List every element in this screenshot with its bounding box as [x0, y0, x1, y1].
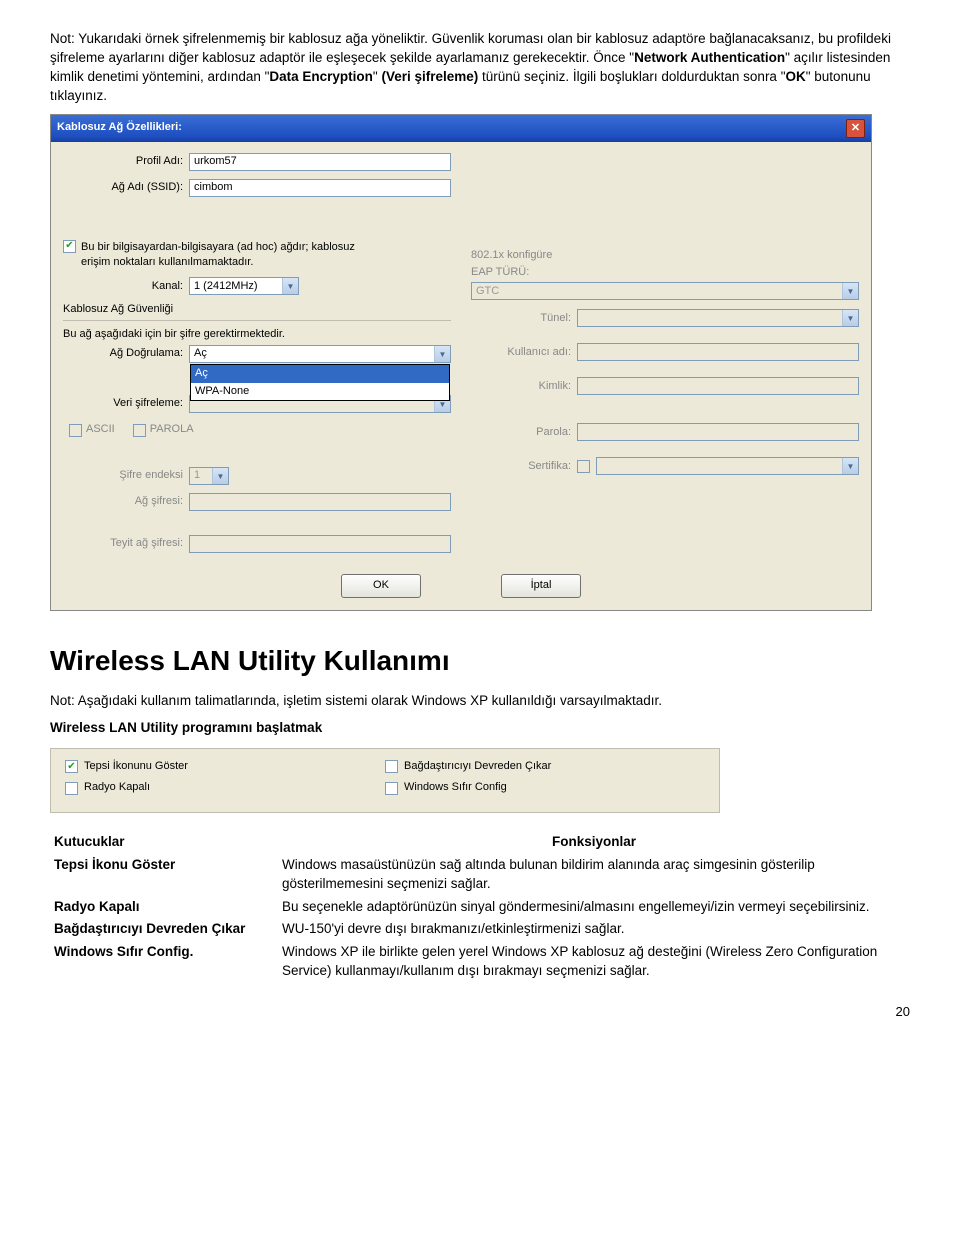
security-section-label: Kablosuz Ağ Güvenliği — [63, 302, 451, 317]
eap-config-label-1: 802.1x konfigüre — [471, 248, 859, 263]
certificate-checkbox — [577, 460, 590, 473]
chevron-down-icon: ▼ — [434, 346, 450, 362]
chevron-down-icon: ▼ — [282, 278, 298, 294]
username-label: Kullanıcı adı: — [471, 345, 577, 360]
radio-off-label: Radyo Kapalı — [84, 780, 150, 795]
adhoc-checkbox[interactable]: ✔ — [63, 240, 76, 253]
password-input — [577, 423, 859, 441]
row4-name: Windows Sıfır Config. — [50, 941, 278, 983]
channel-combo[interactable]: 1 (2412MHz) ▼ — [189, 277, 299, 295]
encryption-label: Veri şifreleme: — [63, 396, 189, 411]
ok-button[interactable]: OK — [341, 574, 421, 598]
confirm-key-label: Teyit ağ şifresi: — [63, 536, 189, 551]
close-icon[interactable]: ✕ — [846, 119, 865, 138]
dialog-titlebar: Kablosuz Ağ Özellikleri: ✕ — [51, 115, 871, 142]
identity-label: Kimlik: — [471, 379, 577, 394]
key-index-label: Şifre endeksi — [63, 468, 189, 483]
auth-option-wpanone[interactable]: WPA-None — [191, 383, 449, 400]
auth-option-open[interactable]: Aç — [191, 365, 449, 382]
certificate-label: Sertifika: — [471, 459, 577, 474]
ssid-label: Ağ Adı (SSID): — [63, 180, 189, 195]
section-heading: Wireless LAN Utility Kullanımı — [50, 641, 910, 680]
chevron-down-icon: ▼ — [842, 310, 858, 326]
chevron-down-icon: ▼ — [842, 283, 858, 299]
tunnel-combo: ▼ — [577, 309, 859, 327]
table-row: Tepsi İkonu Göster Windows masaüstünüzün… — [50, 854, 910, 896]
windows-zero-checkbox[interactable] — [385, 782, 398, 795]
row2-desc: Bu seçenekle adaptörünüzün sinyal gönder… — [278, 896, 910, 919]
table-header-functions: Fonksiyonlar — [278, 831, 910, 854]
table-header-boxes: Kutucuklar — [50, 831, 278, 854]
auth-dropdown-list: Aç WPA-None — [190, 364, 450, 401]
ascii-checkbox — [69, 424, 82, 437]
chevron-down-icon: ▼ — [842, 458, 858, 474]
cancel-button[interactable]: İptal — [501, 574, 581, 598]
ssid-input[interactable]: cimbom — [189, 179, 451, 197]
security-desc: Bu ağ aşağıdaki için bir şifre gerektirm… — [63, 327, 451, 342]
disable-adapter-checkbox[interactable] — [385, 760, 398, 773]
identity-input — [577, 377, 859, 395]
dialog-title: Kablosuz Ağ Özellikleri: — [57, 120, 182, 135]
row4-desc: Windows XP ile birlikte gelen yerel Wind… — [278, 941, 910, 983]
password-label: Parola: — [471, 425, 577, 440]
ascii-label: ASCII — [86, 422, 115, 437]
options-box-figure: ✔ Tepsi İkonunu Göster Radyo Kapalı Bağd… — [50, 748, 720, 813]
windows-zero-label: Windows Sıfır Config — [404, 780, 507, 795]
row1-desc: Windows masaüstünüzün sağ altında buluna… — [278, 854, 910, 896]
row3-name: Bağdaştırıcıyı Devreden Çıkar — [50, 918, 278, 941]
table-row: Bağdaştırıcıyı Devreden Çıkar WU-150'yi … — [50, 918, 910, 941]
start-utility-heading: Wireless LAN Utility programını başlatma… — [50, 719, 910, 738]
chevron-down-icon: ▼ — [212, 468, 228, 484]
certificate-combo: ▼ — [596, 457, 859, 475]
profile-name-label: Profil Adı: — [63, 154, 189, 169]
parola-checkbox — [133, 424, 146, 437]
auth-label: Ağ Doğrulama: — [63, 346, 189, 361]
tray-icon-checkbox[interactable]: ✔ — [65, 760, 78, 773]
table-row: Radyo Kapalı Bu seçenekle adaptörünüzün … — [50, 896, 910, 919]
row1-name: Tepsi İkonu Göster — [50, 854, 278, 896]
username-input — [577, 343, 859, 361]
network-key-label: Ağ şifresi: — [63, 494, 189, 509]
options-description-table: Kutucuklar Fonksiyonlar Tepsi İkonu Göst… — [50, 831, 910, 983]
confirm-key-input — [189, 535, 451, 553]
usage-note: Not: Aşağıdaki kullanım talimatlarında, … — [50, 692, 910, 711]
table-row: Windows Sıfır Config. Windows XP ile bir… — [50, 941, 910, 983]
eap-config-label-2: EAP TÜRÜ: — [471, 265, 859, 280]
page-number: 20 — [50, 1003, 910, 1021]
tray-icon-label: Tepsi İkonunu Göster — [84, 759, 188, 774]
network-key-input — [189, 493, 451, 511]
row2-name: Radyo Kapalı — [50, 896, 278, 919]
disable-adapter-label: Bağdaştırıcıyı Devreden Çıkar — [404, 759, 551, 774]
radio-off-checkbox[interactable] — [65, 782, 78, 795]
row3-desc: WU-150'yi devre dışı bırakmanızı/etkinle… — [278, 918, 910, 941]
auth-combo[interactable]: Aç ▼ Aç WPA-None — [189, 345, 451, 363]
tunnel-label: Tünel: — [471, 311, 577, 326]
profile-name-input[interactable]: urkom57 — [189, 153, 451, 171]
intro-paragraph: Not: Yukarıdaki örnek şifrelenmemiş bir … — [50, 30, 910, 106]
wireless-properties-dialog: Kablosuz Ağ Özellikleri: ✕ Profil Adı: u… — [50, 114, 872, 612]
adhoc-checkbox-label: Bu bir bilgisayardan-bilgisayara (ad hoc… — [81, 240, 381, 271]
eap-type-combo: GTC ▼ — [471, 282, 859, 300]
key-index-combo: 1 ▼ — [189, 467, 229, 485]
parola-label: PAROLA — [150, 422, 194, 437]
channel-label: Kanal: — [63, 279, 189, 294]
